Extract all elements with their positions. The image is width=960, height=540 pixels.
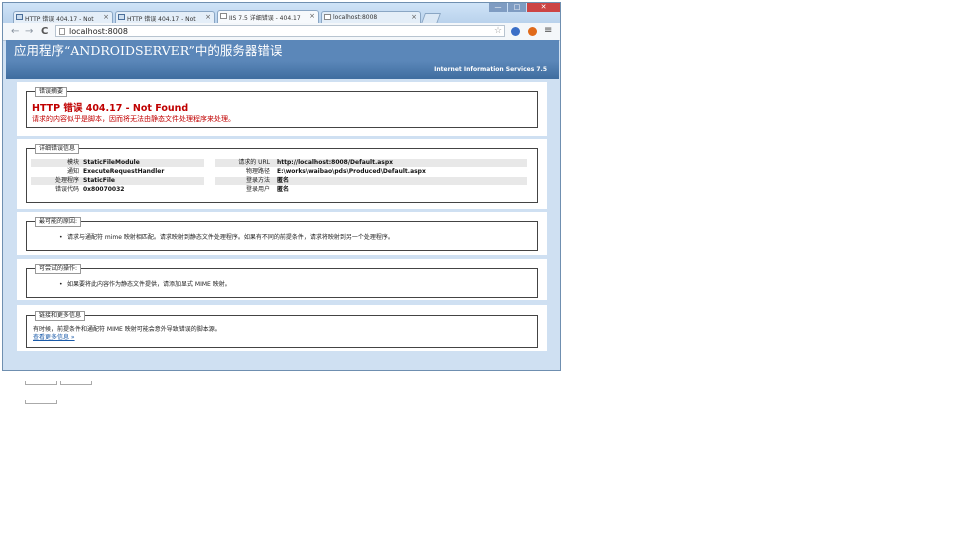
- minimize-button[interactable]: —: [489, 3, 507, 12]
- detail-value: http://localhost:8008/Default.aspx: [277, 159, 394, 166]
- page-icon: [59, 28, 65, 35]
- error-summary-panel: 错误摘要 HTTP 错误 404.17 - Not Found 请求的内容似乎是…: [17, 82, 547, 136]
- address-bar[interactable]: localhost:8008: [55, 25, 505, 37]
- detail-value: 0x80070032: [83, 186, 125, 193]
- error-summary-legend: 错误摘要: [35, 87, 68, 97]
- tab-http-error-2[interactable]: HTTP 错误 404.17 - Not ×: [115, 11, 215, 23]
- error-summary-fieldset: 错误摘要 HTTP 错误 404.17 - Not Found 请求的内容似乎是…: [26, 87, 538, 128]
- reload-icon[interactable]: C: [41, 26, 48, 37]
- detail-value: E:\works\waibao\pds\Produced\Default.asp…: [277, 168, 426, 175]
- more-info-legend: 链接和更多信息: [35, 311, 86, 321]
- detail-row: 通知 ExecuteRequestHandler: [31, 168, 204, 176]
- detail-row: 登录方法 匿名: [215, 177, 527, 185]
- tab-label: HTTP 错误 404.17 - Not: [25, 16, 94, 23]
- error-message: 请求的内容似乎是脚本，因而将无法由静态文件处理程序来处理。: [32, 115, 235, 123]
- detail-label: 物理路径: [245, 168, 270, 175]
- detail-label: 请求的 URL: [238, 159, 270, 166]
- likely-causes-panel: 最可能的原因: 请求与通配符 mime 映射相匹配。请求映射到静态文件处理程序。…: [17, 212, 547, 255]
- more-info-link[interactable]: 查看更多信息 »: [33, 334, 75, 342]
- tab-iis-detail-error[interactable]: IIS 7.5 详细错误 - 404.17 ×: [217, 10, 319, 23]
- more-info-text: 有时候，前提条件和通配符 MIME 映射可能会意外导致错误的脚本源。: [33, 326, 221, 333]
- detail-value: StaticFile: [83, 177, 116, 184]
- page-title: 应用程序“ANDROIDSERVER”中的服务器错误: [6, 40, 559, 61]
- tab-close-icon[interactable]: ×: [411, 13, 417, 21]
- document-favicon-icon: [324, 14, 331, 20]
- extension-icon[interactable]: [528, 27, 537, 36]
- taskbar-slot: [25, 400, 57, 404]
- tab-label: HTTP 错误 404.17 - Not: [127, 16, 196, 23]
- bookmark-star-icon[interactable]: ☆: [494, 26, 502, 36]
- likely-causes-legend: 最可能的原因:: [35, 217, 82, 227]
- tab-localhost[interactable]: localhost:8008 ×: [321, 11, 421, 23]
- address-text: localhost:8008: [69, 27, 128, 36]
- detail-value: 匿名: [277, 177, 290, 184]
- tab-close-icon[interactable]: ×: [103, 13, 109, 21]
- error-details-legend: 详细错误信息: [35, 144, 80, 154]
- error-details-panel: 详细错误信息 模块 StaticFileModule 通知 ExecuteReq…: [17, 139, 547, 209]
- document-favicon-icon: [220, 13, 227, 19]
- detail-value: 匿名: [277, 186, 290, 193]
- detail-label: 登录用户: [245, 186, 270, 193]
- error-title: HTTP 错误 404.17 - Not Found: [32, 103, 189, 114]
- page-favicon-icon: [16, 14, 23, 20]
- detail-row: 模块 StaticFileModule: [31, 159, 204, 167]
- taskbar-slot: [60, 381, 92, 385]
- detail-row: 处理程序 StaticFile: [31, 177, 204, 185]
- tab-label: localhost:8008: [333, 14, 378, 21]
- action-item: 如果要将此内容作为静态文件提供，请添加显式 MIME 映射。: [59, 281, 231, 289]
- tab-http-error-1[interactable]: HTTP 错误 404.17 - Not ×: [13, 11, 113, 23]
- more-info-fieldset: 链接和更多信息 有时候，前提条件和通配符 MIME 映射可能会意外导致错误的脚本…: [26, 311, 538, 348]
- browser-toolbar: ← → C localhost:8008 ☆ ≡: [3, 23, 560, 41]
- close-window-button[interactable]: ✕: [527, 3, 560, 12]
- tab-close-icon[interactable]: ×: [309, 12, 315, 20]
- forward-arrow-icon[interactable]: →: [25, 26, 33, 37]
- browser-window: HTTP 错误 404.17 - Not × HTTP 错误 404.17 - …: [2, 2, 561, 371]
- more-info-panel: 链接和更多信息 有时候，前提条件和通配符 MIME 映射可能会意外导致错误的脚本…: [17, 305, 547, 351]
- back-arrow-icon[interactable]: ←: [11, 26, 19, 37]
- detail-label: 模块: [66, 159, 79, 166]
- taskbar-slot: [25, 381, 57, 385]
- detail-row: 请求的 URL http://localhost:8008/Default.as…: [215, 159, 527, 167]
- detail-value: StaticFileModule: [83, 159, 140, 166]
- error-details-fieldset: 详细错误信息 模块 StaticFileModule 通知 ExecuteReq…: [26, 144, 538, 203]
- detail-label: 错误代码: [54, 186, 79, 193]
- actions-panel: 可尝试的操作: 如果要将此内容作为静态文件提供，请添加显式 MIME 映射。: [17, 259, 547, 300]
- maximize-button[interactable]: □: [508, 3, 526, 12]
- actions-fieldset: 可尝试的操作: 如果要将此内容作为静态文件提供，请添加显式 MIME 映射。: [26, 264, 538, 298]
- detail-label: 处理程序: [54, 177, 79, 184]
- tab-label: IIS 7.5 详细错误 - 404.17: [229, 15, 301, 22]
- detail-label: 通知: [66, 168, 79, 175]
- server-name: Internet Information Services 7.5: [6, 61, 559, 79]
- detail-label: 登录方法: [245, 177, 270, 184]
- tab-strip: HTTP 错误 404.17 - Not × HTTP 错误 404.17 - …: [3, 3, 560, 24]
- actions-legend: 可尝试的操作:: [35, 264, 82, 274]
- detail-row: 登录用户 匿名: [215, 186, 527, 194]
- taskbar-fragment: [25, 370, 125, 404]
- detail-row: 物理路径 E:\works\waibao\pds\Produced\Defaul…: [215, 168, 527, 176]
- cause-item: 请求与通配符 mime 映射相匹配。请求映射到静态文件处理程序。如果有不同的前提…: [59, 234, 394, 242]
- detail-row: 错误代码 0x80070032: [31, 186, 204, 194]
- tab-close-icon[interactable]: ×: [205, 13, 211, 21]
- menu-icon[interactable]: ≡: [544, 25, 552, 36]
- likely-causes-fieldset: 最可能的原因: 请求与通配符 mime 映射相匹配。请求映射到静态文件处理程序。…: [26, 217, 538, 251]
- detail-value: ExecuteRequestHandler: [83, 168, 165, 175]
- extension-icon[interactable]: [511, 27, 520, 36]
- page-content: 应用程序“ANDROIDSERVER”中的服务器错误 Internet Info…: [6, 40, 559, 370]
- page-favicon-icon: [118, 14, 125, 20]
